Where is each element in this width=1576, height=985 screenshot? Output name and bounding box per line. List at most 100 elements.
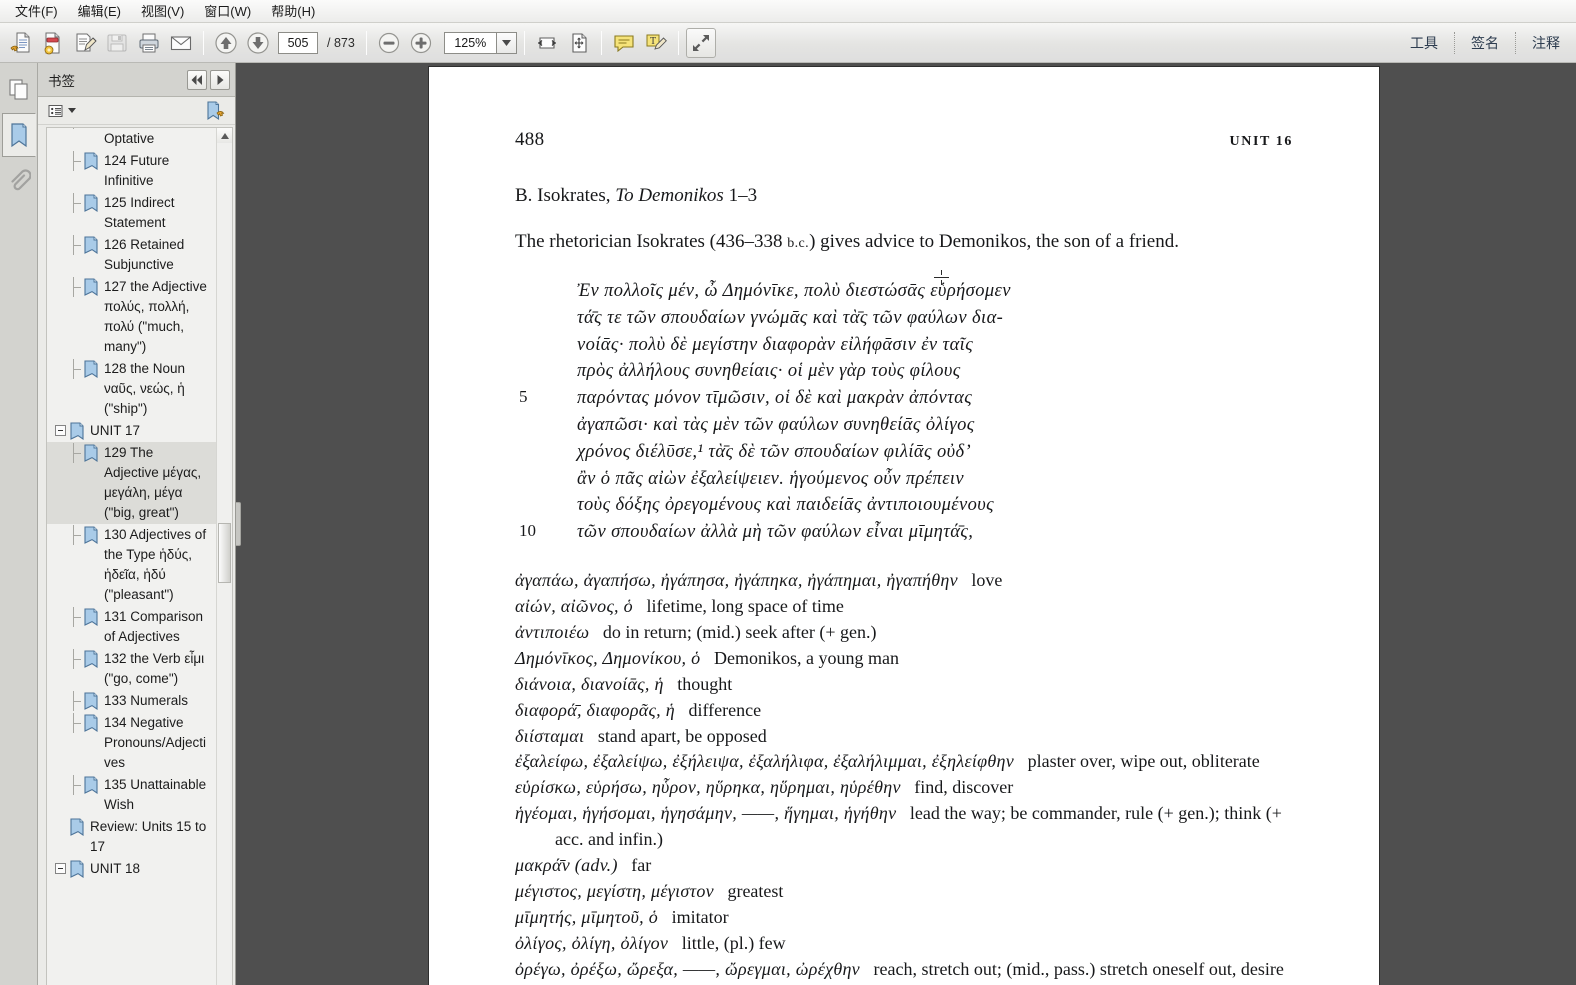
zoom-out-button[interactable] [374,28,404,58]
greek-line: 5 παρόντας μόνον τῑμῶσιν, οἱ δὲ καὶ μακρὰ… [515,385,1293,412]
open-file-button[interactable] [6,28,36,58]
bookmark-item[interactable]: 134 Negative Pronouns/Adjectives [47,712,216,774]
greek-line-text: ἂν ὁ πᾶς αἰὼν ἐξαλείψειεν. ἡγούμενος οὖν… [577,468,965,489]
bookmark-item[interactable]: 131 Comparison of Adjectives [47,606,216,648]
page-number-input[interactable]: 505 [278,31,318,54]
tools-tab[interactable]: 工具 [1394,30,1454,56]
bookmark-item[interactable]: 126 Retained Subjunctive [47,234,216,276]
bookmark-item[interactable]: 130 Adjectives of the Type ἡδύς, ἡδεῖα, … [47,524,216,606]
bookmark-item-label: 124 Future Infinitive [104,153,170,188]
bookmarks-list-container: 123 Future Optative 124 Future Infinitiv… [46,127,233,985]
bookmarks-list[interactable]: 123 Future Optative 124 Future Infinitiv… [47,127,216,985]
next-page-button[interactable] [243,28,273,58]
bookmarks-scrollbar[interactable] [216,128,232,985]
email-button[interactable] [166,28,196,58]
bookmark-options-button[interactable] [44,100,80,122]
bookmark-item-label: 125 Indirect Statement [104,195,175,230]
bookmark-item-label: 129 The Adjective μέγας, μεγάλη, μέγα ("… [104,445,202,520]
vocabulary-entry: διαφορά̄, διαφορᾶς, ἡ difference [515,698,1293,724]
vocabulary-gloss: plaster over, wipe out, obliterate [1027,751,1260,772]
vocabulary-entry: ἡγέομαι, ἡγήσομαι, ἡγησάμην, ——, ἥγημαι,… [515,801,1293,853]
bookmark-item-label: 130 Adjectives of the Type ἡδύς, ἡδεῖα, … [104,527,207,602]
greek-line-text: τῶν σπουδαίων ἀλλὰ μὴ τῶν φαύλων εἶναι μ… [577,522,974,543]
vocabulary-gloss: thought [677,673,733,694]
bookmark-item[interactable]: Review: Units 15 to 17 [47,816,216,858]
print-icon [137,31,161,55]
save-button[interactable] [102,28,132,58]
menu-window[interactable]: 窗口(W) [195,0,260,23]
menu-edit[interactable]: 编辑(E) [69,0,130,23]
greek-line-text: τοὺς δόξης ὀρεγομένους καὶ παιδείᾱς ἀντι… [577,495,995,516]
bookmark-item[interactable]: UNIT 18 [47,858,216,880]
edit-pdf-button[interactable] [70,28,100,58]
collapse-node-icon[interactable] [55,425,66,436]
greek-line-text: Ἐν πολλοῖς μέν, ὦ Δημόνῑκε, πολὺ διεστώσ… [577,280,1011,301]
vocabulary-gloss: imitator [671,906,729,927]
toolbar-separator-4 [600,30,602,55]
create-pdf-icon [41,31,65,55]
bookmark-item[interactable]: 132 the Verb εἶμι ("go, come") [47,648,216,690]
highlight-text-button[interactable]: T [641,28,671,58]
attachments-tab[interactable] [2,159,36,203]
bookmark-item-label: 126 Retained Subjunctive [104,237,185,272]
greek-line-number [515,278,547,305]
greek-line: τοὺς δόξης ὀρεγομένους καὶ παιδείᾱς ἀντι… [515,492,1293,519]
sign-tab[interactable]: 签名 [1455,30,1515,56]
bookmark-item-label: UNIT 17 [90,423,141,438]
bookmarks-scrollbar-thumb[interactable] [218,523,231,583]
expand-panel-button[interactable] [210,69,230,90]
menu-file[interactable]: 文件(F) [6,0,67,23]
print-button[interactable] [134,28,164,58]
vocabulary-entry: ὀρέγω, ὀρέξω, ὤρεξα, ——, ὤρεγμαι, ὠρέχθη… [515,957,1293,985]
bookmark-item[interactable]: 129 The Adjective μέγας, μεγάλη, μέγα ("… [47,442,216,524]
bookmark-icon [7,122,31,148]
zoom-level-input[interactable]: 125% [443,31,496,54]
create-pdf-button[interactable] [38,28,68,58]
new-bookmark-button[interactable] [201,98,229,124]
bookmark-item[interactable]: 123 Future Optative [47,127,216,150]
bookmark-item[interactable]: 125 Indirect Statement [47,192,216,234]
bookmark-item[interactable]: 128 the Noun ναῦς, νεώς, ἡ ("ship") [47,358,216,420]
fit-width-button[interactable] [532,28,562,58]
fit-page-button[interactable] [564,28,594,58]
bookmark-item[interactable]: UNIT 17 [47,420,216,442]
greek-line-number [515,492,547,519]
greek-line-number [515,332,547,359]
bookmark-item-label: 123 Future Optative [104,131,155,146]
document-viewer[interactable]: 488 UNIT 16 B. Isokrates, To Demonikos 1… [236,63,1576,985]
save-icon [105,31,129,55]
vocabulary-entry: διίσταμαι stand apart, be opposed [515,724,1293,750]
bookmark-item-icon [83,526,99,544]
greek-line-text: πρὸς ἀλλήλους συνηθείαις· οἱ μὲν γὰρ τοὺ… [577,361,961,382]
bookmarks-tab[interactable] [1,113,36,157]
page-thumbnails-tab[interactable] [2,67,36,111]
collapse-panel-button[interactable] [187,69,207,90]
zoom-dropdown-button[interactable] [495,31,517,54]
bookmark-item[interactable]: 127 the Adjective πολύς, πολλή, πολύ ("m… [47,276,216,358]
menu-view[interactable]: 视图(V) [132,0,193,23]
collapse-node-icon[interactable] [55,863,66,874]
bookmark-item[interactable]: 135 Unattainable Wish [47,774,216,816]
greek-line-number: 5 [519,387,528,407]
previous-page-button[interactable] [211,28,241,58]
greek-line: τά̄ς τε τῶν σπουδαίων γνώμᾱς καὶ τὰ̄ς τῶ… [515,305,1293,332]
pages-icon [7,77,31,101]
fit-page-icon [567,31,591,55]
comment-tab[interactable]: 注释 [1516,30,1576,56]
menu-help[interactable]: 帮助(H) [262,0,324,23]
bookmark-item[interactable]: 124 Future Infinitive [47,150,216,192]
scroll-up-button[interactable] [217,128,232,143]
bookmark-item[interactable]: 133 Numerals [47,690,216,712]
sticky-note-button[interactable] [609,28,639,58]
panel-resize-grip[interactable] [236,502,241,546]
annotation-group: T [609,28,671,58]
bookmark-item-label: 131 Comparison of Adjectives [104,609,204,644]
zoom-in-button[interactable] [406,28,436,58]
fullscreen-button[interactable] [685,27,716,58]
greek-line: ἀγαπῶσι· καὶ τὰς μὲν τῶν φαύλων συνηθείᾱ… [515,412,1293,439]
page-total-label: / 873 [327,35,355,50]
bookmark-item-icon [83,127,99,128]
vocabulary-headword: μῑμητής, μῑμητοῦ, ὁ [515,906,659,927]
main-toolbar: 505 / 873 125% T 工具 签名 注释 [0,23,1576,63]
bookmark-item-label: UNIT 18 [90,861,141,876]
